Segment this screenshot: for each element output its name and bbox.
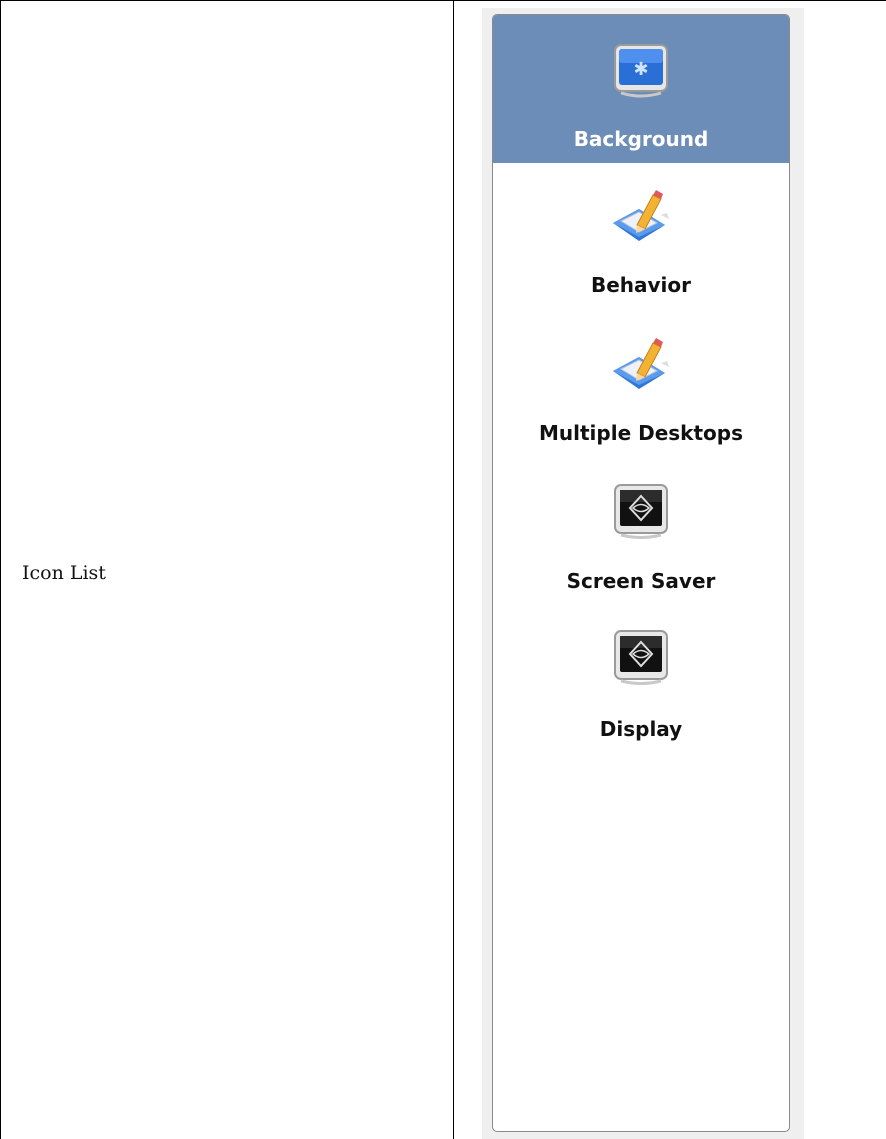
item-label: Display <box>599 717 683 741</box>
pencil-document-icon <box>609 185 673 249</box>
table-column-divider <box>453 0 454 1139</box>
monitor-screensaver-icon <box>609 625 673 689</box>
icon-list-item-multiple-desktops[interactable]: Multiple Desktops <box>493 311 789 459</box>
widget-name-label: Icon List <box>22 562 106 584</box>
item-label: Multiple Desktops <box>538 421 743 445</box>
documentation-table: Icon List ✱ Background Behavior Multiple… <box>0 0 886 1139</box>
icon-list[interactable]: ✱ Background Behavior Multiple Desktops … <box>492 14 790 1132</box>
icon-list-item-background[interactable]: ✱ Background <box>493 15 789 163</box>
item-label: Behavior <box>590 273 692 297</box>
monitor-screensaver-icon <box>609 479 673 543</box>
table-border-left <box>0 0 1 1139</box>
table-border-top <box>0 0 886 1</box>
icon-list-widget: ✱ Background Behavior Multiple Desktops … <box>482 8 804 1139</box>
icon-list-item-behavior[interactable]: Behavior <box>493 163 789 311</box>
item-label: Screen Saver <box>566 569 716 593</box>
icon-list-item-screen-saver[interactable]: Screen Saver <box>493 459 789 607</box>
item-label: Background <box>573 127 709 151</box>
svg-text:✱: ✱ <box>633 59 648 80</box>
kde-desktop-background-icon: ✱ <box>609 39 673 103</box>
pencil-document-icon <box>609 333 673 397</box>
icon-list-item-display[interactable]: Display <box>493 607 789 755</box>
